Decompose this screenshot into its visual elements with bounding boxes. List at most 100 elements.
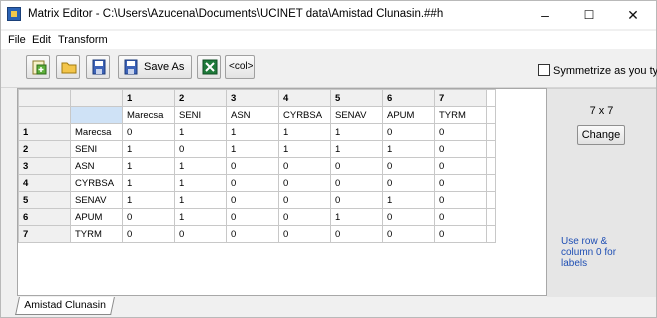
column-number: 4 (278, 89, 331, 107)
row-label-cell[interactable]: SENI (70, 140, 123, 158)
matrix-cell[interactable]: 0 (226, 174, 279, 192)
menu-edit[interactable]: Edit (32, 34, 51, 46)
empty-cell[interactable] (486, 191, 496, 209)
matrix-cell[interactable]: 0 (382, 123, 435, 141)
matrix-cell[interactable]: 0 (382, 174, 435, 192)
matrix-cell[interactable]: 0 (278, 174, 331, 192)
matrix-cell[interactable]: 0 (434, 225, 487, 243)
matrix-cell[interactable]: 0 (434, 208, 487, 226)
matrix-cell[interactable]: 0 (382, 157, 435, 175)
column-label-cell[interactable]: CYRBSA (278, 106, 331, 124)
matrix-cell[interactable]: 1 (122, 174, 175, 192)
matrix-grid[interactable]: 1 2 3 4 5 6 7 Marecsa SENI ASN CYRBSA SENAV APUM TYRM… (17, 88, 547, 296)
column-label-cell[interactable]: Marecsa (122, 106, 175, 124)
matrix-cell[interactable]: 0 (434, 123, 487, 141)
grid-corner (18, 89, 71, 107)
matrix-cell[interactable]: 0 (226, 208, 279, 226)
column-label-cell[interactable]: ASN (226, 106, 279, 124)
row-label-cell[interactable]: ASN (70, 157, 123, 175)
row-label-cell[interactable]: Marecsa (70, 123, 123, 141)
matrix-cell[interactable]: 0 (174, 140, 227, 158)
row-number: 1 (18, 123, 71, 141)
row-label-cell[interactable]: APUM (70, 208, 123, 226)
empty-cell[interactable] (486, 157, 496, 175)
matrix-cell[interactable]: 0 (434, 174, 487, 192)
change-button[interactable]: Change (577, 125, 625, 145)
empty-cell[interactable] (486, 106, 496, 124)
matrix-cell[interactable]: 0 (434, 140, 487, 158)
checkbox-box[interactable] (538, 64, 550, 76)
matrix-cell[interactable]: 1 (174, 174, 227, 192)
matrix-cell[interactable]: 1 (330, 208, 383, 226)
maximize-button[interactable]: ☐ (567, 1, 611, 29)
matrix-cell[interactable]: 0 (434, 191, 487, 209)
close-button[interactable]: ✕ (611, 1, 655, 29)
matrix-cell[interactable]: 1 (174, 208, 227, 226)
matrix-cell[interactable]: 1 (174, 157, 227, 175)
matrix-cell[interactable]: 1 (122, 191, 175, 209)
row-number: 5 (18, 191, 71, 209)
matrix-cell[interactable]: 0 (122, 208, 175, 226)
column-label-cell[interactable]: TYRM (434, 106, 487, 124)
matrix-cell[interactable]: 1 (122, 157, 175, 175)
column-label-cell[interactable]: APUM (382, 106, 435, 124)
symmetrize-checkbox[interactable]: Symmetrize as you type (538, 64, 657, 77)
sheet-tab[interactable]: Amistad Clunasin (15, 297, 115, 315)
matrix-cell[interactable]: 1 (226, 123, 279, 141)
empty-cell[interactable] (486, 89, 496, 107)
matrix-cell[interactable]: 0 (330, 174, 383, 192)
matrix-cell[interactable]: 0 (122, 225, 175, 243)
column-label-cell[interactable]: SENAV (330, 106, 383, 124)
row-label-cell[interactable]: TYRM (70, 225, 123, 243)
matrix-cell[interactable]: 0 (278, 208, 331, 226)
matrix-cell[interactable]: 1 (278, 140, 331, 158)
matrix-cell[interactable]: 0 (122, 123, 175, 141)
matrix-cell[interactable]: 0 (226, 225, 279, 243)
empty-cell[interactable] (486, 225, 496, 243)
row-label-cell[interactable]: CYRBSA (70, 174, 123, 192)
matrix-cell[interactable]: 1 (330, 123, 383, 141)
matrix-cell[interactable]: 1 (174, 191, 227, 209)
matrix-cell[interactable]: 1 (122, 140, 175, 158)
empty-cell[interactable] (486, 174, 496, 192)
matrix-cell[interactable]: 1 (278, 123, 331, 141)
matrix-cell[interactable]: 1 (382, 191, 435, 209)
col-button[interactable]: <col> (225, 55, 255, 79)
matrix-cell[interactable]: 0 (330, 191, 383, 209)
menu-transform[interactable]: Transform (58, 34, 108, 46)
save-button[interactable] (86, 55, 110, 79)
minimize-button[interactable]: – (523, 1, 567, 29)
matrix-cell[interactable]: 0 (226, 157, 279, 175)
matrix-cell[interactable]: 0 (278, 225, 331, 243)
save-as-button[interactable]: Save As (118, 55, 192, 79)
new-button[interactable] (26, 55, 50, 79)
row-number: 4 (18, 174, 71, 192)
column-label-cell[interactable]: SENI (174, 106, 227, 124)
empty-cell[interactable] (486, 140, 496, 158)
column-number: 7 (434, 89, 487, 107)
matrix-cell[interactable]: 1 (330, 140, 383, 158)
open-button[interactable] (56, 55, 80, 79)
matrix-cell[interactable]: 0 (330, 225, 383, 243)
matrix-table: 1 2 3 4 5 6 7 Marecsa SENI ASN CYRBSA SENAV APUM TYRM… (18, 89, 496, 243)
matrix-cell[interactable]: 1 (226, 140, 279, 158)
row-label-cell[interactable]: SENAV (70, 191, 123, 209)
matrix-cell[interactable]: 0 (278, 157, 331, 175)
empty-cell[interactable] (486, 208, 496, 226)
matrix-cell[interactable]: 0 (174, 225, 227, 243)
excel-export-button[interactable] (197, 55, 221, 79)
empty-cell[interactable] (486, 123, 496, 141)
matrix-cell[interactable]: 0 (330, 157, 383, 175)
selected-cell[interactable] (70, 106, 123, 124)
col-label: <col> (229, 61, 254, 72)
matrix-cell[interactable]: 0 (278, 191, 331, 209)
matrix-cell[interactable]: 1 (382, 140, 435, 158)
menu-file[interactable]: File (8, 34, 26, 46)
row-number (18, 106, 71, 124)
matrix-cell[interactable]: 0 (382, 208, 435, 226)
matrix-cell[interactable]: 0 (434, 157, 487, 175)
matrix-cell[interactable]: 1 (174, 123, 227, 141)
matrix-cell[interactable]: 0 (226, 191, 279, 209)
matrix-cell[interactable]: 0 (382, 225, 435, 243)
window-title: Matrix Editor - C:\Users\Azucena\Documen… (28, 8, 444, 20)
